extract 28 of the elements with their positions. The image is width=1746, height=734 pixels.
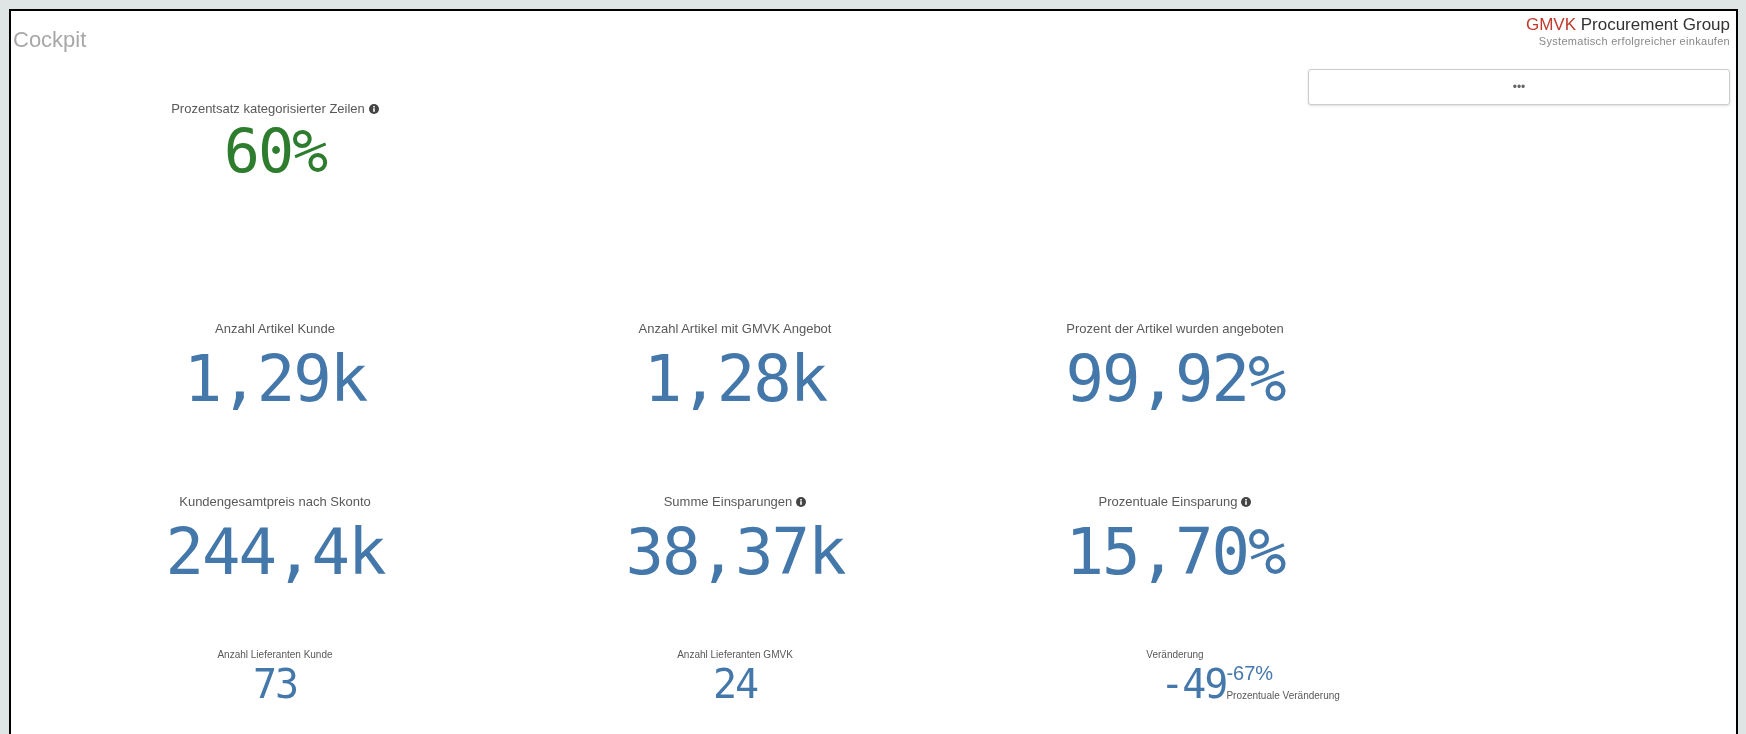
kpi-value: 24: [712, 662, 758, 706]
kpi-label: Anzahl Artikel mit GMVK Angebot: [638, 320, 832, 338]
kpi-label: Summe Einsparungen: [663, 493, 793, 511]
sheet-title: Cockpit: [12, 26, 87, 54]
kpi-label: Anzahl Lieferanten Kunde: [217, 648, 333, 662]
kpi-value: 244,4k: [165, 515, 385, 588]
kpi-label: Prozentsatz kategorisierter Zeilen: [171, 100, 365, 118]
info-icon[interactable]: [1241, 496, 1252, 507]
info-icon[interactable]: [796, 496, 807, 507]
kpi-value: 73: [252, 662, 298, 706]
kpi-value: 60%: [223, 118, 327, 183]
more-button[interactable]: •••: [1308, 69, 1730, 105]
kpi-label: Prozent der Artikel wurden angeboten: [1066, 320, 1284, 338]
kpi-value: -49: [1160, 662, 1227, 706]
change-label: Prozentuale Veränderung: [1226, 689, 1340, 703]
info-icon[interactable]: [368, 103, 379, 114]
kpi-value: 38,37k: [625, 515, 845, 588]
kpi-label: Prozentuale Einsparung: [1098, 493, 1238, 511]
change-percent: -67%: [1226, 662, 1275, 684]
kpi-label: Anzahl Artikel Kunde: [215, 320, 335, 338]
kpi-value: 99,92%: [1065, 342, 1285, 415]
kpi-label: Anzahl Lieferanten GMVK: [677, 648, 793, 662]
company-logo: GMVK Procurement Group Systematisch erfolgreicher einkaufen: [1525, 15, 1730, 48]
kpi-value: 15,70%: [1065, 515, 1285, 588]
kpi-label: Veränderung: [1146, 648, 1204, 662]
kpi-value: 1,28k: [643, 342, 827, 415]
kpi-value: 1,29k: [183, 342, 367, 415]
kpi-label: Kundengesamtpreis nach Skonto: [179, 493, 371, 511]
